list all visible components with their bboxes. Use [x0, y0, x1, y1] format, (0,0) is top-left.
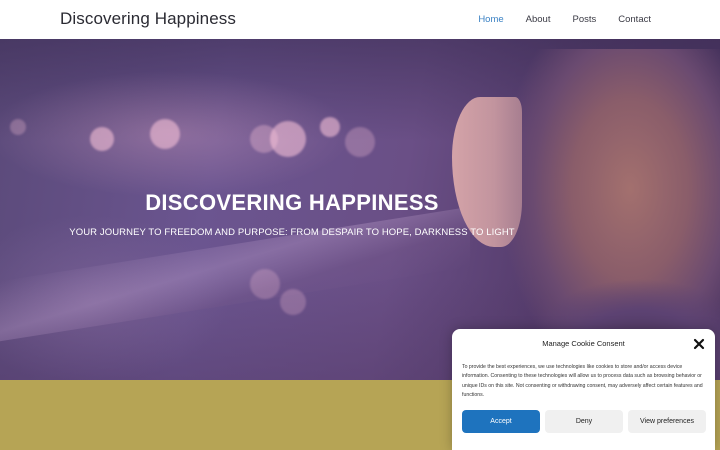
nav-contact[interactable]: Contact	[618, 14, 651, 25]
nav-about[interactable]: About	[526, 14, 551, 25]
main-nav: Home About Posts Contact	[456, 14, 651, 25]
deny-button[interactable]: Deny	[545, 410, 623, 433]
bokeh-light	[10, 119, 26, 135]
site-title[interactable]: Discovering Happiness	[60, 9, 236, 29]
bokeh-light	[150, 119, 180, 149]
hero-title: DISCOVERING HAPPINESS	[145, 190, 439, 215]
nav-posts[interactable]: Posts	[572, 14, 596, 25]
cookie-description: To provide the best experiences, we use …	[462, 364, 703, 399]
bokeh-light	[280, 289, 306, 315]
view-preferences-button[interactable]: View preferences	[628, 410, 706, 433]
bokeh-light	[320, 117, 340, 137]
accept-button[interactable]: Accept	[462, 410, 540, 433]
bokeh-light	[90, 127, 114, 151]
cookie-title: Manage Cookie Consent	[542, 339, 625, 348]
close-icon[interactable]	[692, 337, 706, 351]
site-header: Discovering Happiness Home About Posts C…	[0, 0, 720, 39]
nav-home[interactable]: Home	[478, 14, 503, 25]
cookie-buttons: Accept Deny View preferences	[462, 410, 706, 433]
bokeh-light	[345, 127, 375, 157]
bokeh-light	[250, 125, 278, 153]
hero-subtitle: YOUR JOURNEY TO FREEDOM AND PURPOSE: FRO…	[69, 227, 515, 238]
bokeh-light	[250, 269, 280, 299]
cookie-consent-dialog: Manage Cookie Consent To provide the bes…	[452, 329, 715, 450]
